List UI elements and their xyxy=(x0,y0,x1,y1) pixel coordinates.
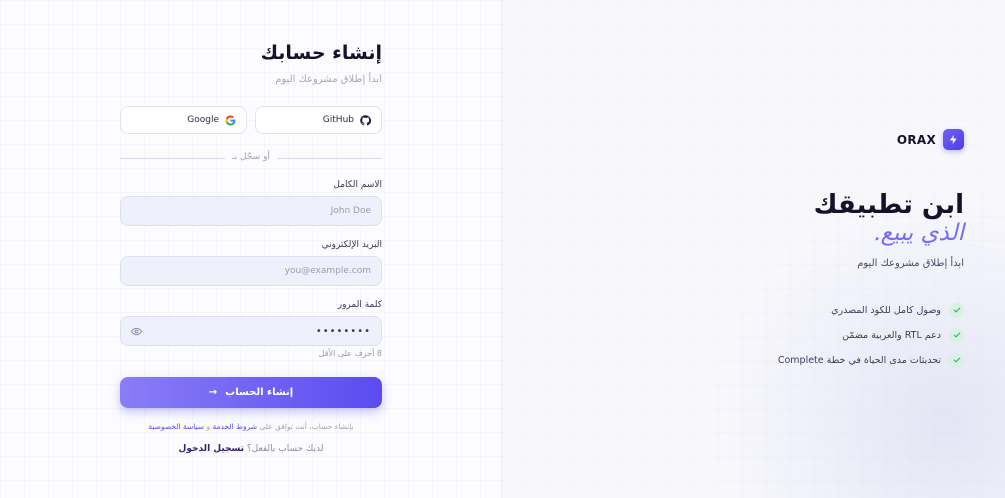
terms-of-service-link[interactable]: شروط الخدمة xyxy=(212,422,257,431)
signup-page: إنشاء حسابك ابدأ إطلاق مشروعك اليوم Goog… xyxy=(0,0,1005,498)
name-placeholder: John Doe xyxy=(330,206,371,216)
login-question: لديك حساب بالفعل؟ xyxy=(246,444,324,454)
feature-item: وصول كامل للكود المصدري xyxy=(778,302,964,318)
login-prompt: لديك حساب بالفعل؟ تسجيل الدخول xyxy=(120,444,382,454)
check-icon xyxy=(949,352,964,368)
signup-form: إنشاء حسابك ابدأ إطلاق مشروعك اليوم Goog… xyxy=(120,40,382,454)
arrow-right-icon: → xyxy=(208,387,218,398)
hero-title: ابن تطبيقك xyxy=(813,190,964,220)
name-field[interactable]: John Doe xyxy=(120,196,382,226)
bolt-icon xyxy=(943,129,964,150)
feature-item: تحديثات مدى الحياة في خطة Complete xyxy=(778,352,964,368)
password-value: •••••••• xyxy=(315,325,371,337)
privacy-policy-link[interactable]: سياسة الخصوصية xyxy=(148,422,204,431)
check-icon xyxy=(949,327,964,343)
hero-text: ابن تطبيقك الذي يبيع. ابدأ إطلاق مشروعك … xyxy=(604,190,964,269)
social-login-row: Google GitHub xyxy=(120,106,382,134)
terms-text: بإنشاء حساب، أنت توافق على شروط الخدمة و… xyxy=(120,422,382,431)
divider-line-right xyxy=(277,158,382,159)
name-label: الاسم الكامل xyxy=(333,180,382,190)
or-divider: أو سجّل بـ xyxy=(120,152,382,164)
password-field[interactable]: •••••••• xyxy=(120,316,382,346)
hero-subtitle: ابدأ إطلاق مشروعك اليوم xyxy=(857,258,964,269)
login-link[interactable]: تسجيل الدخول xyxy=(179,444,244,454)
password-label: كلمة المرور xyxy=(337,300,382,310)
email-field[interactable]: you@example.com xyxy=(120,256,382,286)
brand: ORAX xyxy=(897,129,964,150)
page-title: إنشاء حسابك xyxy=(260,42,382,64)
feature-list: وصول كامل للكود المصدري دعم RTL والعربية… xyxy=(778,302,964,377)
form-panel: إنشاء حسابك ابدأ إطلاق مشروعك اليوم Goog… xyxy=(0,0,502,498)
email-label: البريد الإلكتروني xyxy=(321,240,382,250)
divider-text: أو سجّل بـ xyxy=(232,152,270,162)
check-icon xyxy=(949,302,964,318)
terms-prefix: بإنشاء حساب، أنت توافق على xyxy=(259,422,354,431)
feature-item: دعم RTL والعربية مضمّن xyxy=(778,327,964,343)
github-label: GitHub xyxy=(322,115,354,125)
feature-text: دعم RTL والعربية مضمّن xyxy=(842,329,941,341)
hero-panel: ORAX ابن تطبيقك الذي يبيع. ابدأ إطلاق مش… xyxy=(502,0,1005,498)
hero-accent: الذي يبيع. xyxy=(873,220,964,246)
feature-text: وصول كامل للكود المصدري xyxy=(831,304,941,316)
password-hint: 8 أحرف على الأقل xyxy=(318,349,382,358)
feature-text: تحديثات مدى الحياة في خطة Complete xyxy=(777,354,941,366)
google-icon xyxy=(225,114,236,126)
eye-icon[interactable] xyxy=(131,326,142,337)
terms-and: و xyxy=(206,422,211,431)
github-icon xyxy=(360,114,371,126)
brand-name: ORAX xyxy=(896,132,936,147)
google-button[interactable]: Google xyxy=(120,106,247,134)
create-account-label: إنشاء الحساب xyxy=(225,387,294,398)
page-subtitle: ابدأ إطلاق مشروعك اليوم xyxy=(275,74,382,85)
github-button[interactable]: GitHub xyxy=(255,106,382,134)
google-label: Google xyxy=(187,115,219,125)
email-placeholder: you@example.com xyxy=(284,266,371,276)
create-account-button[interactable]: إنشاء الحساب → xyxy=(120,377,382,408)
